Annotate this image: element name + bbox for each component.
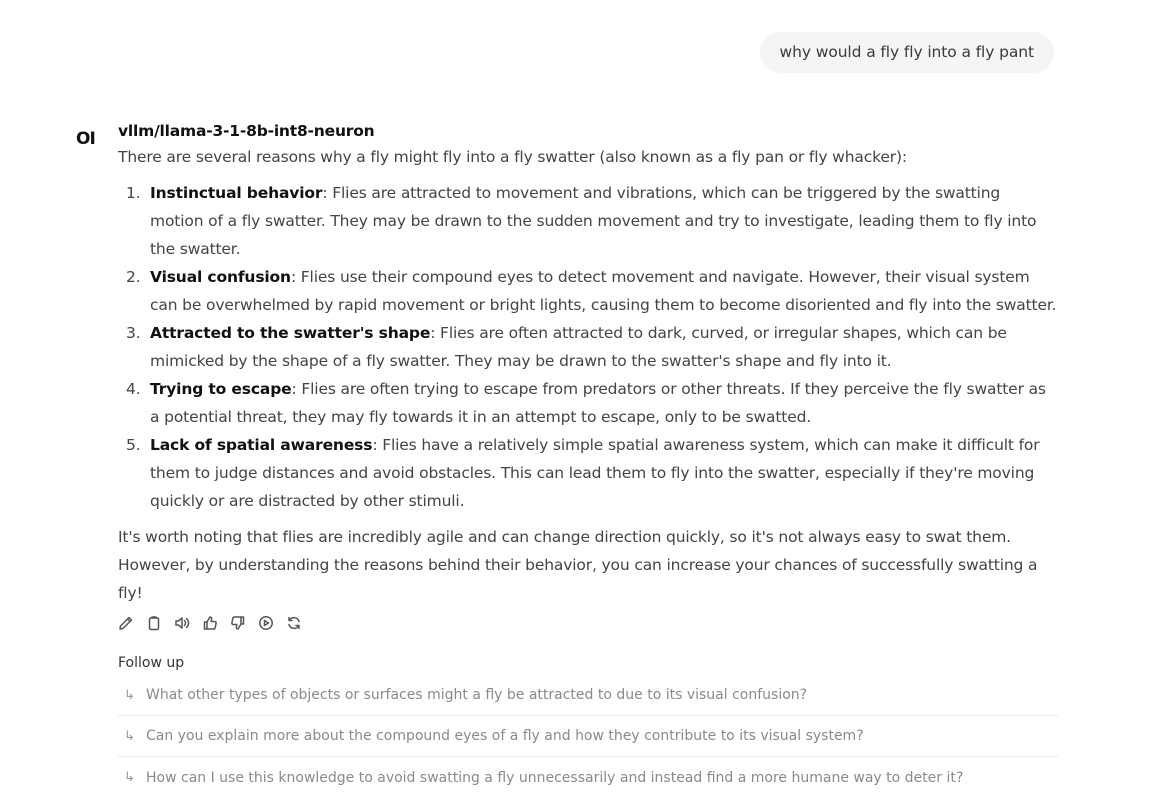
list-item-title: Visual confusion: [150, 268, 291, 286]
followup-item[interactable]: ↳ Can you explain more about the compoun…: [118, 716, 1058, 757]
followup-title: Follow up: [118, 655, 185, 671]
return-arrow-icon: ↳: [124, 728, 135, 744]
list-item-title: Attracted to the swatter's shape: [150, 324, 431, 342]
followup-item[interactable]: ↳ What other types of objects or surface…: [118, 675, 1058, 716]
reasons-list: 1. Instinctual behavior: Flies are attrac…: [118, 179, 1058, 515]
list-number: 4.: [126, 380, 141, 398]
list-item: 5. Lack of spatial awareness: Flies have …: [118, 431, 1058, 515]
regenerate-icon[interactable]: [286, 615, 302, 631]
followup-text: What other types of objects or surfaces …: [146, 687, 808, 703]
thumbs-down-icon[interactable]: [230, 615, 246, 631]
followup-item[interactable]: ↳ How can I use this knowledge to avoid …: [118, 757, 1058, 798]
edit-icon[interactable]: [118, 615, 134, 631]
list-item: 3. Attracted to the swatter's shape: Flie…: [118, 319, 1058, 375]
assistant-content: vllm/llama-3-1-8b-int8-neuron There are …: [118, 121, 1058, 798]
return-arrow-icon: ↳: [124, 770, 135, 785]
list-item-title: Trying to escape: [150, 380, 292, 398]
list-number: 5.: [126, 436, 141, 454]
list-number: 2.: [126, 268, 141, 286]
user-message-row: why would a fly fly into a fly pant: [759, 32, 1054, 73]
read-aloud-icon[interactable]: [174, 615, 190, 631]
list-item: 2. Visual confusion: Flies use their comp…: [118, 263, 1058, 319]
response-intro: There are several reasons why a fly migh…: [118, 148, 907, 166]
message-actions: [118, 613, 1058, 633]
model-logo: OI: [76, 129, 96, 149]
response-closing: It's worth noting that flies are incredi…: [118, 528, 1038, 602]
followup-text: Can you explain more about the compound …: [146, 728, 864, 744]
user-message-bubble: why would a fly fly into a fly pant: [759, 32, 1054, 73]
return-arrow-icon: ↳: [124, 687, 135, 703]
list-item: 1. Instinctual behavior: Flies are attrac…: [118, 179, 1058, 263]
followup-list: ↳ What other types of objects or surface…: [118, 675, 1058, 798]
copy-icon[interactable]: [146, 615, 162, 631]
continue-icon[interactable]: [258, 615, 274, 631]
list-item: 4. Trying to escape: Flies are often tryi…: [118, 375, 1058, 431]
list-number: 1.: [126, 184, 141, 202]
model-name: vllm/llama-3-1-8b-int8-neuron: [118, 122, 375, 140]
list-item-title: Lack of spatial awareness: [150, 436, 373, 454]
thumbs-up-icon[interactable]: [202, 615, 218, 631]
followup-text: How can I use this knowledge to avoid sw…: [146, 769, 964, 786]
list-item-title: Instinctual behavior: [150, 184, 323, 202]
list-number: 3.: [126, 324, 141, 342]
